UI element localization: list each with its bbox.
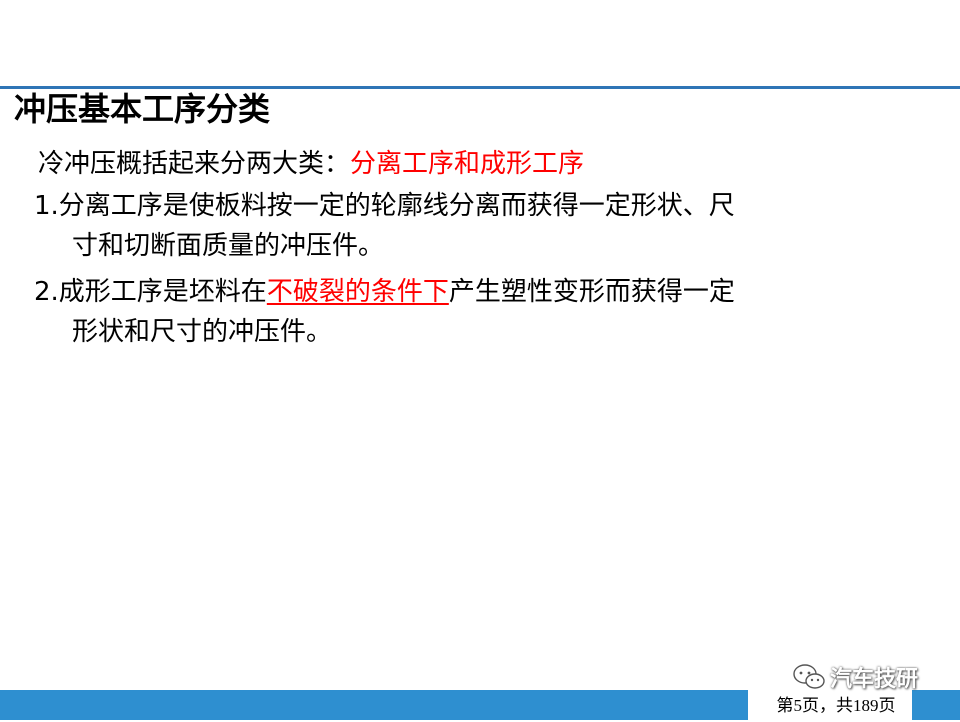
intro-text: 冷冲压概括起来分两大类： xyxy=(38,149,351,179)
item-2-prefix: 2.成形工序是坯料在 xyxy=(34,277,267,307)
item-2-highlight: 不破裂的条件下 xyxy=(266,277,449,307)
wechat-icon xyxy=(793,664,825,689)
slide-title: 冲压基本工序分类 xyxy=(14,90,271,128)
intro-highlight: 分离工序和成形工序 xyxy=(350,149,585,179)
watermark: 汽车技研 xyxy=(792,658,918,696)
item-2-suffix: 产生塑性变形而获得一定 xyxy=(448,277,735,307)
item-1-line-1: 1.分离工序是使板料按一定的轮廓线分离而获得一定形状、尺 xyxy=(34,191,735,221)
item-2-line-1: 2.成形工序是坯料在不破裂的条件下产生塑性变形而获得一定 xyxy=(34,272,914,312)
slide-body: 冷冲压概括起来分两大类：分离工序和成形工序 1.分离工序是使板料按一定的轮廓线分… xyxy=(34,144,914,352)
footer-bar xyxy=(0,690,748,720)
watermark-text: 汽车技研 xyxy=(830,667,919,692)
intro-line: 冷冲压概括起来分两大类：分离工序和成形工序 xyxy=(34,144,914,184)
item-2-line-2: 形状和尺寸的冲压件。 xyxy=(72,317,333,347)
footer-bar-right xyxy=(912,690,960,720)
item-1-line-2: 寸和切断面质量的冲压件。 xyxy=(72,231,385,261)
